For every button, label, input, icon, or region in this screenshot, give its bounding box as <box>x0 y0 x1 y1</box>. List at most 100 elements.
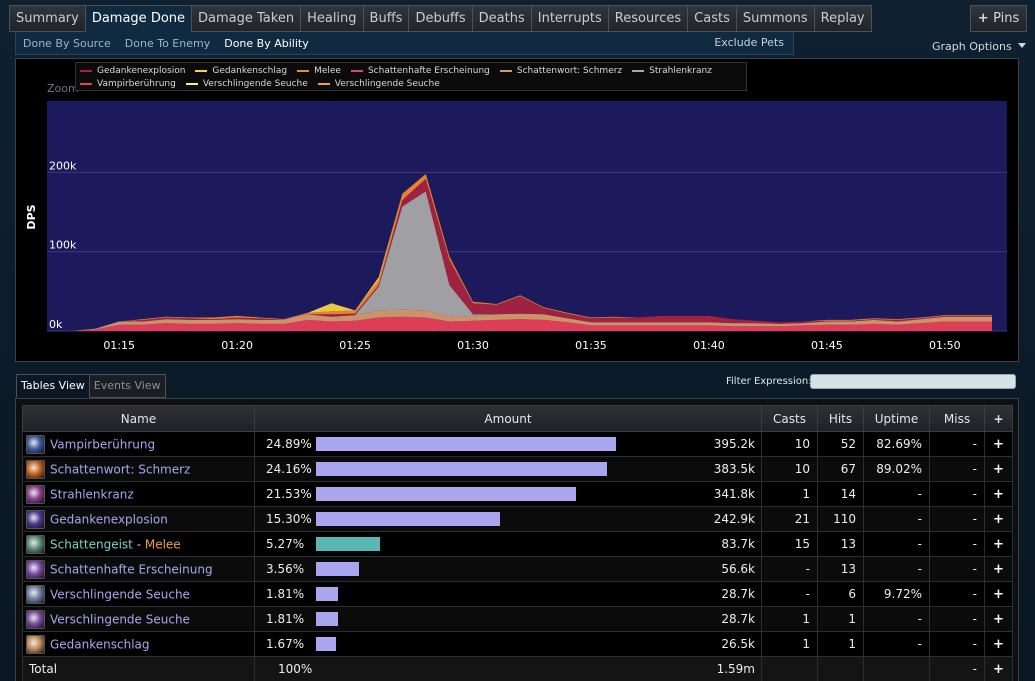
tab-resources[interactable]: Resources <box>608 5 689 32</box>
ability-name[interactable]: Vampirberührung <box>50 437 155 451</box>
expand-plus-icon[interactable]: + <box>984 481 1013 507</box>
tab-buffs[interactable]: Buffs <box>363 5 410 32</box>
legend-item[interactable]: Gedankenschlag <box>195 64 287 77</box>
table-row[interactable]: Schattengeist - Melee 5.27% 83.7k 15 13- - + <box>22 531 1013 557</box>
uptime-cell: 89.02% <box>863 456 930 482</box>
tab-summons[interactable]: Summons <box>736 5 815 32</box>
table-row[interactable]: Schattenwort: Schmerz 24.16% 383.5k 10 67 89.… <box>22 456 1013 482</box>
ability-name-cell[interactable]: Schattengeist - Melee <box>22 531 255 557</box>
tab-interrupts[interactable]: Interrupts <box>531 5 609 32</box>
ability-name[interactable]: Strahlenkranz <box>50 487 134 501</box>
tab-deaths[interactable]: Deaths <box>472 5 532 32</box>
column-header-hits[interactable]: Hits <box>817 405 864 432</box>
column-header-plus-icon[interactable]: + <box>984 405 1013 432</box>
top-tabs: Summary Damage Done Damage Taken Healing Buf… <box>9 5 872 33</box>
graph-options-dropdown[interactable]: Graph Options <box>932 40 1026 53</box>
ability-name-cell[interactable]: Verschlingende Seuche <box>22 581 255 607</box>
ability-name[interactable]: Gedankenschlag <box>50 637 150 651</box>
ability-name[interactable]: Schattenhafte Erscheinung <box>50 562 213 576</box>
tab-casts[interactable]: Casts <box>688 5 737 32</box>
expand-plus-icon[interactable]: + <box>984 606 1013 632</box>
table-row[interactable]: Verschlingende Seuche 1.81% 28.7k 1 1- - + <box>22 606 1013 632</box>
tab-healing[interactable]: Healing <box>301 5 364 32</box>
legend-label: Gedankenschlag <box>212 65 288 76</box>
ability-name-cell[interactable]: Strahlenkranz <box>22 481 255 507</box>
expand-plus-icon[interactable]: + <box>984 431 1013 457</box>
table-row[interactable]: Schattenhafte Erscheinung 3.56% 56.6k -13- -… <box>22 556 1013 582</box>
ability-name-cell[interactable]: Gedankenschlag <box>22 631 255 657</box>
expand-plus-icon[interactable]: + <box>984 581 1013 607</box>
legend-swatch <box>499 69 512 72</box>
miss-cell: - <box>929 531 985 557</box>
tab-events-view[interactable]: Events View <box>89 374 166 398</box>
graph-canvas[interactable]: 0k 100k 200k 01:15 01:20 01:25 01:30 01:35 01:40… <box>16 59 1018 361</box>
column-header-casts[interactable]: Casts <box>761 405 818 432</box>
total-expand-plus-icon[interactable]: + <box>984 656 1013 681</box>
subtab-done-by-ability[interactable]: Done By Ability <box>217 37 316 50</box>
x-tick-label: 01:45 <box>811 339 843 352</box>
subtab-done-by-source[interactable]: Done By Source <box>16 37 118 50</box>
column-header-name[interactable]: Name <box>22 405 255 432</box>
table-row[interactable]: Verschlingende Seuche 1.81% 28.7k -6 9.72% - + <box>22 581 1013 607</box>
expand-plus-icon[interactable]: + <box>984 556 1013 582</box>
table-row[interactable]: Strahlenkranz 21.53% 341.8k 1 14- - + <box>22 481 1013 507</box>
column-header-miss[interactable]: Miss <box>929 405 985 432</box>
total-uptime-cell <box>863 656 930 681</box>
column-header-uptime[interactable]: Uptime <box>863 405 930 432</box>
hits-cell: 52 <box>817 431 864 457</box>
miss-cell: - <box>929 606 985 632</box>
table-row[interactable]: Gedankenexplosion 15.30% 242.9k 21 110- - + <box>22 506 1013 532</box>
legend-item[interactable]: Gedankenexplosion <box>80 64 185 77</box>
amount-bar <box>316 512 500 526</box>
tab-tables-view[interactable]: Tables View <box>16 374 90 398</box>
mind-blast-icon <box>26 509 45 529</box>
ability-name-cell[interactable]: Gedankenexplosion <box>22 506 255 532</box>
ability-name-cell[interactable]: Schattenwort: Schmerz <box>22 456 255 482</box>
legend-item[interactable]: Melee <box>297 64 341 77</box>
ability-name[interactable]: Verschlingende Seuche <box>50 612 190 626</box>
subtab-done-to-enemy[interactable]: Done To Enemy <box>118 37 217 50</box>
amount-bar <box>316 562 359 576</box>
ability-name[interactable]: Schattengeist <box>50 537 133 551</box>
column-header-amount[interactable]: Amount <box>254 405 762 432</box>
expand-plus-icon[interactable]: + <box>984 456 1013 482</box>
percent-value: 24.89% <box>266 437 312 451</box>
ability-name-cell[interactable]: Schattenhafte Erscheinung <box>22 556 255 582</box>
devouring-plague-icon <box>26 584 45 604</box>
tab-damage-done[interactable]: Damage Done <box>85 5 193 33</box>
shadowfiend-icon <box>26 534 45 554</box>
expand-plus-icon[interactable]: + <box>984 631 1013 657</box>
table-row[interactable]: Vampirberührung 24.89% 395.2k 10 52 82.69% - + <box>22 431 1013 457</box>
legend-swatch <box>185 82 198 85</box>
exclude-pets-toggle[interactable]: Exclude Pets <box>714 36 784 49</box>
casts-cell: - <box>761 556 818 582</box>
amount-cell: 3.56% 56.6k <box>254 556 762 582</box>
legend-item[interactable]: Vampirberührung <box>80 77 176 90</box>
legend-item[interactable]: Schattenhafte Erscheinung <box>350 64 490 77</box>
legend-item[interactable]: Strahlenkranz <box>632 64 712 77</box>
tab-damage-taken[interactable]: Damage Taken <box>192 5 302 32</box>
ability-name-cell[interactable]: Verschlingende Seuche <box>22 606 255 632</box>
hits-cell: 14 <box>817 481 864 507</box>
tab-debuffs[interactable]: Debuffs <box>409 5 473 32</box>
ability-name[interactable]: Verschlingende Seuche <box>50 587 190 601</box>
ability-name[interactable]: Schattenwort: Schmerz <box>50 462 190 476</box>
expand-plus-icon[interactable]: + <box>984 506 1013 532</box>
legend-item[interactable]: Verschlingende Seuche <box>317 77 440 90</box>
pet-ability-name[interactable]: Melee <box>145 537 181 551</box>
tab-summary[interactable]: Summary <box>9 5 86 32</box>
pins-button[interactable]: + Pins <box>970 5 1027 32</box>
tab-replay[interactable]: Replay <box>814 5 872 32</box>
legend-item[interactable]: Verschlingende Seuche <box>185 77 308 90</box>
y-tick-label: 200k <box>49 159 77 172</box>
legend-item[interactable]: Schattenwort: Schmerz <box>499 64 622 77</box>
expand-plus-icon[interactable]: + <box>984 531 1013 557</box>
filter-expression-input[interactable] <box>810 374 1016 389</box>
damage-graph[interactable]: 0k 100k 200k 01:15 01:20 01:25 01:30 01:35 01:40… <box>15 58 1019 362</box>
ability-name-cell[interactable]: Vampirberührung <box>22 431 255 457</box>
mind-flay-icon <box>26 634 45 654</box>
table-row[interactable]: Gedankenschlag 1.67% 26.5k 1 1- - + <box>22 631 1013 657</box>
ability-name[interactable]: Gedankenexplosion <box>50 512 168 526</box>
percent-value: 1.81% <box>266 587 305 601</box>
legend-swatch <box>317 82 330 85</box>
